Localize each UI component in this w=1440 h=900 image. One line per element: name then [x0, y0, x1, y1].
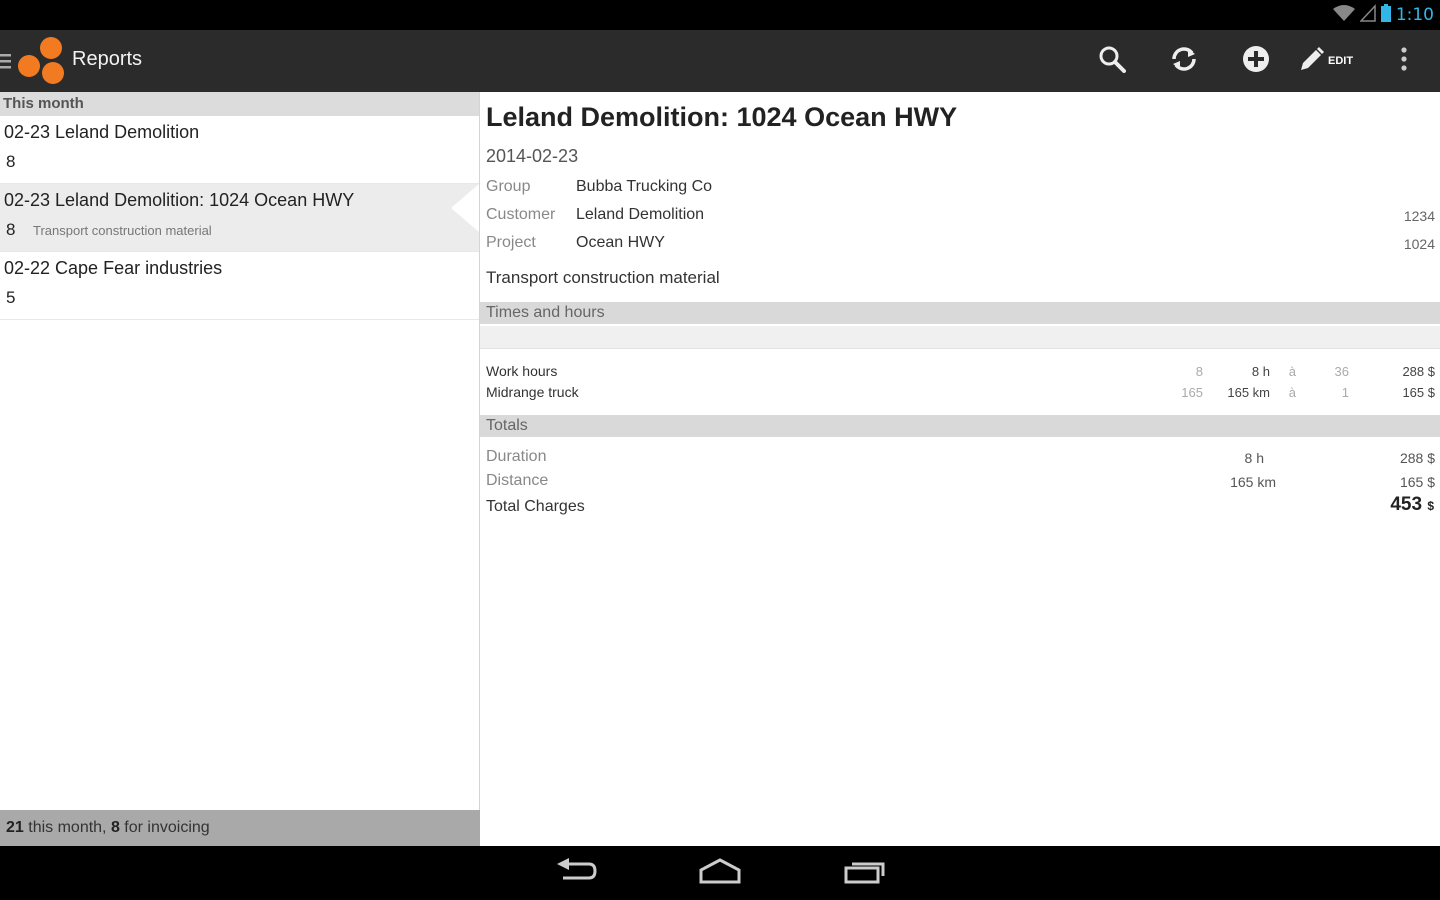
battery-icon: [1380, 3, 1391, 27]
times-section-header: Times and hours: [480, 302, 1440, 324]
customer-code: 1234: [1403, 208, 1435, 224]
list-item-title: 02-23 Leland Demolition: [4, 122, 200, 142]
recent-apps-button[interactable]: [840, 856, 890, 890]
drawer-menu-icon[interactable]: [0, 50, 12, 72]
report-list-pane: This month 02-23 Leland Demolition 8 02-…: [0, 92, 480, 846]
back-icon: [555, 857, 597, 889]
line-label-work-hours: Work hours: [486, 363, 558, 379]
report-date: 2014-02-23: [486, 146, 579, 166]
line-total: 165 $: [1402, 385, 1435, 400]
add-button[interactable]: [1234, 40, 1278, 82]
line-amount: 8 h: [1251, 364, 1270, 379]
list-section-header: This month: [0, 92, 479, 116]
edit-label: EDIT: [1328, 55, 1354, 67]
status-time: 1:10: [1395, 5, 1434, 25]
total-charges-label: Total Charges: [486, 498, 585, 515]
total-duration-value: 288 $: [1399, 450, 1435, 466]
edit-icon: [1298, 45, 1326, 78]
times-column-header: [480, 326, 1440, 349]
line-label-midrange-truck: Midrange truck: [486, 384, 579, 400]
report-description: Transport construction material: [486, 268, 720, 287]
line-rate: 36: [1334, 364, 1349, 379]
actionbar-title[interactable]: Reports: [72, 48, 142, 71]
footer-month-count: 21: [6, 819, 24, 836]
field-value-customer: Leland Demolition: [576, 206, 705, 223]
line-rate: 1: [1341, 385, 1349, 400]
signal-icon: [1359, 3, 1376, 27]
line-at: à: [1288, 364, 1296, 379]
total-charges-number: 453: [1390, 494, 1423, 515]
line-total: 288 $: [1402, 364, 1435, 379]
home-icon: [699, 857, 741, 889]
search-icon: [1098, 45, 1126, 78]
line-qty: 165: [1181, 385, 1203, 400]
total-charges-value: 453 $: [1390, 494, 1434, 516]
total-duration-amount: 8 h: [1244, 450, 1264, 466]
total-distance-amount: 165 km: [1230, 474, 1276, 490]
overflow-menu-icon: [1400, 46, 1408, 77]
footer-invoice-text: for invoicing: [119, 819, 210, 836]
field-label-customer: Customer: [486, 206, 556, 223]
line-qty: 8: [1195, 364, 1203, 379]
home-button[interactable]: [695, 856, 745, 890]
sync-icon: [1170, 45, 1198, 78]
edit-button[interactable]: EDIT: [1298, 42, 1353, 80]
total-label-duration: Duration: [486, 448, 547, 465]
line-at: à: [1288, 385, 1296, 400]
recent-apps-icon: [844, 858, 886, 889]
list-item-title: 02-23 Leland Demolition: 1024 Ocean HWY: [4, 190, 355, 210]
sync-button[interactable]: [1162, 40, 1206, 82]
status-icons: 1:10: [1332, 3, 1434, 27]
total-distance-value: 165 $: [1399, 474, 1435, 490]
action-bar: Reports EDIT: [0, 30, 1440, 92]
project-code: 1024: [1403, 236, 1435, 252]
total-charges-unit: $: [1427, 499, 1434, 513]
list-item-count: 5: [6, 288, 16, 307]
field-label-group: Group: [486, 178, 531, 195]
list-item[interactable]: 02-22 Cape Fear industries 5: [0, 252, 479, 320]
footer-month-text: this month,: [23, 819, 111, 836]
overflow-menu-button[interactable]: [1382, 40, 1426, 82]
list-footer: 21 this month, 8 for invoicing: [0, 810, 480, 846]
wifi-icon: [1332, 4, 1355, 27]
selection-indicator: [451, 184, 479, 232]
list-item-selected[interactable]: 02-23 Leland Demolition: 1024 Ocean HWY …: [0, 184, 479, 252]
totals-section-header: Totals: [480, 415, 1440, 437]
total-label-distance: Distance: [486, 472, 549, 489]
list-item-count: 8: [6, 152, 16, 171]
list-item[interactable]: 02-23 Leland Demolition 8: [0, 116, 479, 184]
list-item-title: 02-22 Cape Fear industries: [4, 258, 223, 278]
field-label-project: Project: [486, 234, 536, 251]
add-icon: [1242, 45, 1270, 78]
report-detail-pane: Leland Demolition: 1024 Ocean HWY 2014-0…: [480, 92, 1440, 846]
search-button[interactable]: [1090, 40, 1134, 82]
report-title: Leland Demolition: 1024 Ocean HWY: [486, 102, 958, 132]
list-item-subtitle: Transport construction material: [33, 223, 212, 238]
navigation-bar: [0, 846, 1440, 900]
field-value-group: Bubba Trucking Co: [576, 178, 713, 195]
line-amount: 165 km: [1227, 385, 1270, 400]
list-item-count: 8: [6, 220, 16, 239]
footer-invoice-count: 8: [110, 819, 120, 836]
app-logo[interactable]: [16, 36, 68, 86]
status-bar: 1:10: [0, 0, 1440, 30]
field-value-project: Ocean HWY: [576, 234, 665, 251]
back-button[interactable]: [551, 856, 601, 890]
